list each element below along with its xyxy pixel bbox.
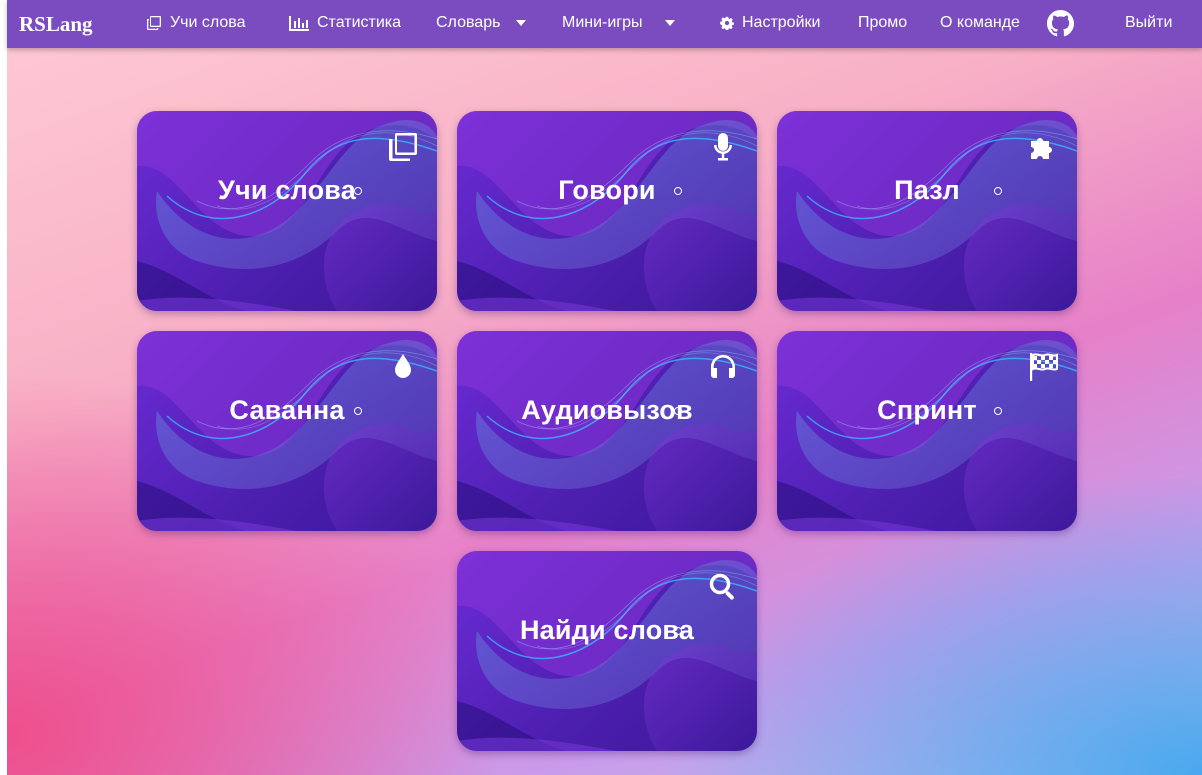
copy-icon: [387, 131, 419, 163]
card-title: Аудиовызов: [521, 395, 693, 425]
card-dot: [674, 627, 682, 635]
card-find-words[interactable]: Найди слова: [457, 551, 757, 751]
card-title: Спринт: [877, 395, 977, 425]
flag-checkered-icon: [1027, 351, 1059, 383]
card-speak[interactable]: Говори: [457, 111, 757, 311]
card-dot: [354, 407, 362, 415]
card-dot: [354, 187, 362, 195]
puzzle-icon: [1027, 131, 1059, 163]
search-icon: [707, 571, 739, 603]
card-dot: [674, 187, 682, 195]
card-dot: [994, 187, 1002, 195]
games-grid: Учи слова Говори Пазл Саванна Аудиовызов…: [0, 0, 1202, 775]
headphones-icon: [707, 351, 739, 383]
drop-icon: [387, 351, 419, 383]
microphone-icon: [707, 131, 739, 163]
card-learn-words[interactable]: Учи слова: [137, 111, 437, 311]
card-audiocall[interactable]: Аудиовызов: [457, 331, 757, 531]
card-title: Говори: [558, 175, 656, 205]
card-puzzle[interactable]: Пазл: [777, 111, 1077, 311]
card-title: Пазл: [894, 175, 960, 205]
card-sprint[interactable]: Спринт: [777, 331, 1077, 531]
card-dot: [674, 407, 682, 415]
card-title: Учи слова: [218, 175, 356, 205]
card-dot: [994, 407, 1002, 415]
card-title: Найди слова: [519, 615, 695, 645]
card-savannah[interactable]: Саванна: [137, 331, 437, 531]
card-title: Саванна: [229, 395, 345, 425]
